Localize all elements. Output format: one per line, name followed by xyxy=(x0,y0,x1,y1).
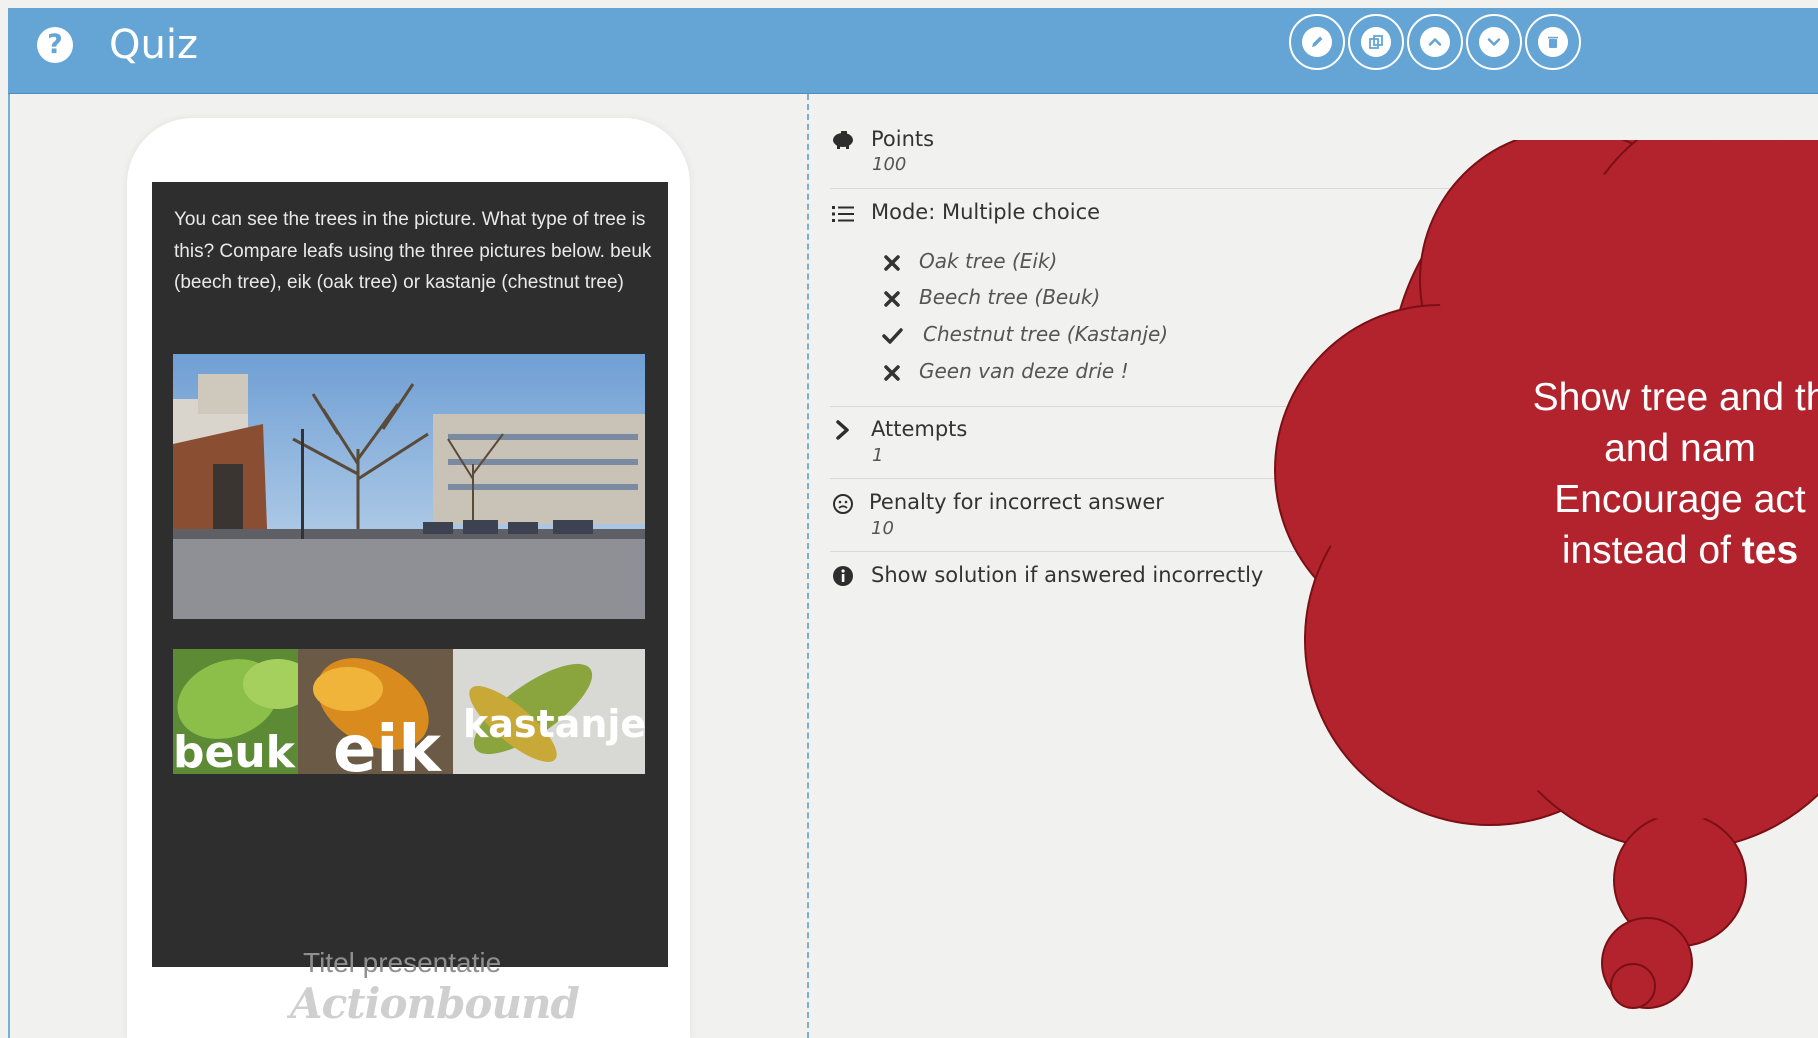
bubble-line: and nam xyxy=(1604,427,1756,470)
move-up-button[interactable] xyxy=(1407,14,1463,70)
mode-label: Mode: Multiple choice xyxy=(871,200,1101,224)
module-header: ? Quiz xyxy=(8,8,1818,94)
module-title: Quiz xyxy=(109,22,198,68)
trash-icon xyxy=(1538,27,1568,57)
move-down-button[interactable] xyxy=(1466,14,1522,70)
penalty-value: 10 xyxy=(871,518,894,539)
bubble-callout-text: Show tree and th and nam Encourage act i… xyxy=(1440,372,1818,576)
option-text: Beech tree (Beuk) xyxy=(919,285,1101,309)
info-icon xyxy=(829,562,857,590)
panel-border xyxy=(8,94,10,1038)
tree-photo xyxy=(173,354,645,619)
chevron-right-icon xyxy=(829,416,857,444)
option-text: Oak tree (Eik) xyxy=(919,249,1058,273)
bubble-line: Encourage act xyxy=(1554,478,1806,521)
presentation-caption: Titel presentatie xyxy=(303,947,502,978)
option-text: Geen van deze drie ! xyxy=(919,359,1129,383)
bubble-line-text: instead of xyxy=(1561,529,1742,572)
leaf-label-beuk: beuk xyxy=(173,727,297,774)
pencil-icon xyxy=(1302,27,1332,57)
checkmark-icon xyxy=(881,325,903,347)
actionbound-logo: Actionbound xyxy=(290,979,580,1028)
list-icon xyxy=(829,200,857,228)
bubble-line-bold: tes xyxy=(1741,529,1799,572)
edit-button[interactable] xyxy=(1289,14,1345,70)
chevron-up-icon xyxy=(1420,27,1450,57)
attempts-value: 1 xyxy=(872,445,884,466)
bubble-line: Show tree and th xyxy=(1532,376,1818,419)
leaf-label-eik: eik xyxy=(333,713,442,774)
cross-icon xyxy=(881,252,903,274)
bubble-line: instead of tes xyxy=(1440,525,1818,576)
help-icon[interactable]: ? xyxy=(37,27,73,63)
panel-divider xyxy=(807,94,809,1038)
option-text-correct: Chestnut tree (Kastanje) xyxy=(923,322,1169,346)
points-label: Points xyxy=(871,127,935,151)
attempts-label: Attempts xyxy=(871,417,968,441)
chevron-down-icon xyxy=(1479,27,1509,57)
copy-icon xyxy=(1361,27,1391,57)
question-text: You can see the trees in the picture. Wh… xyxy=(174,209,652,293)
points-value: 100 xyxy=(872,154,907,175)
penalty-label: Penalty for incorrect answer xyxy=(869,490,1164,514)
piggy-bank-icon xyxy=(829,125,857,153)
solution-label: Show solution if answered incorrectly xyxy=(871,563,1264,587)
cross-icon xyxy=(881,288,903,310)
leaf-label-kastanje: kastanje xyxy=(463,702,645,746)
leaf-comparison-image: beuk eik kastanje xyxy=(173,649,645,774)
thought-bubble xyxy=(1274,140,1818,1009)
cross-icon xyxy=(881,362,903,384)
copy-button[interactable] xyxy=(1348,14,1404,70)
sad-face-icon xyxy=(829,490,857,518)
delete-button[interactable] xyxy=(1525,14,1581,70)
